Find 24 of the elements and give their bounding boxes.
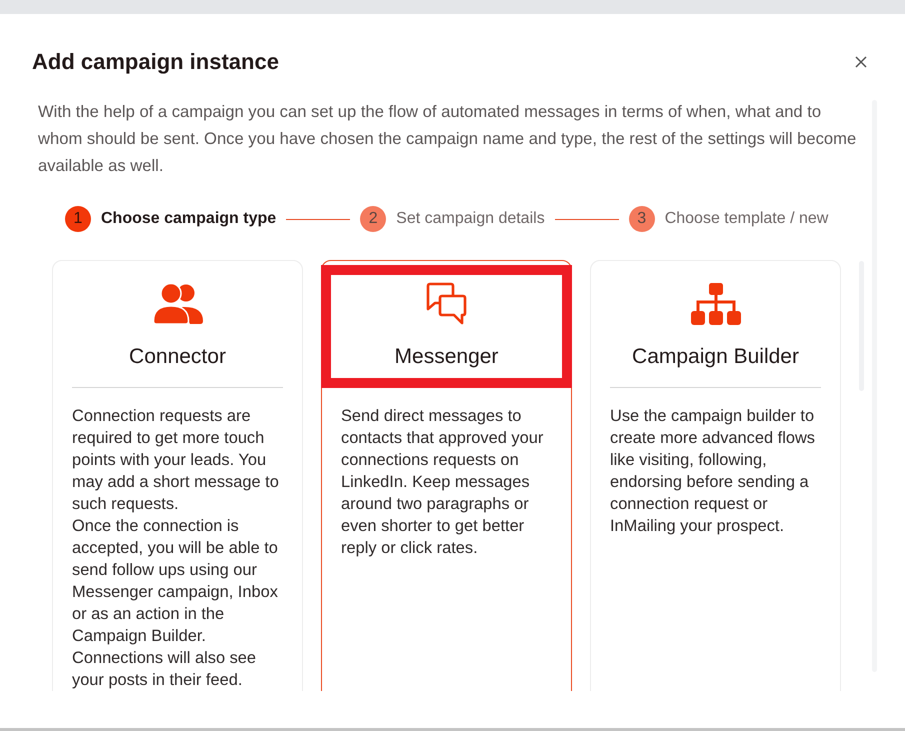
campaign-type-card[interactable] (52, 260, 303, 691)
close-icon (855, 56, 867, 68)
card-description: Connection requests are required to get more touch points with your leads. You may add a short message to such requests. (72, 406, 280, 515)
org-chart-icon (690, 283, 740, 325)
campaign-type-card[interactable]: Messenger Send direct messages to contacts that approved your connections requests on LinkedIn. Keep messages around two paragraphs or even shorter to get better reply or click rates. (321, 260, 572, 691)
step-number: 1 (65, 206, 91, 232)
step-connector (554, 218, 619, 220)
step-connector (286, 218, 350, 220)
card-description: Use the campaign builder to create more advanced flows like visiting, following, endorsing before sending a connection request or InMailing your prospect. (610, 406, 816, 537)
dialog-title: Add campaign instance (32, 48, 279, 76)
card-title: Campaign Builder (632, 344, 799, 370)
step-label: Choose template / new (664, 210, 828, 228)
people-icon (152, 283, 204, 325)
step-label: Set campaign details (396, 210, 545, 228)
card-title: Connector (129, 344, 226, 370)
card-description: Once the connection is accepted, you will be able to send follow ups using our Messenger campaign, Inbox or as an action in the Campaign Builder. Connections will also see your posts in their feed. (72, 516, 279, 691)
step-label: Choose campaign type (101, 210, 276, 228)
intro-text: With the help of a campaign you can set up the flow of automated messages in terms of when, what and to whom should be sent. Once you have chosen the campaign name and type, the rest of the settings will become available as well. (38, 101, 858, 177)
step-number: 3 (628, 206, 655, 232)
chat-bubbles-icon (426, 282, 468, 326)
card-description: Send direct messages to contacts that approved your connections requests on LinkedIn. Keep messages around two paragraphs or even shorter to get better reply or click rates. (341, 406, 544, 559)
step-number: 2 (360, 206, 386, 232)
campaign-type-card[interactable]: Campaign Builder Use the campaign builder to create more advanced flows like visiting, following, endorsing before sending a connection request or InMailing your prospect. (590, 260, 841, 691)
card-title: Messenger (394, 344, 498, 370)
